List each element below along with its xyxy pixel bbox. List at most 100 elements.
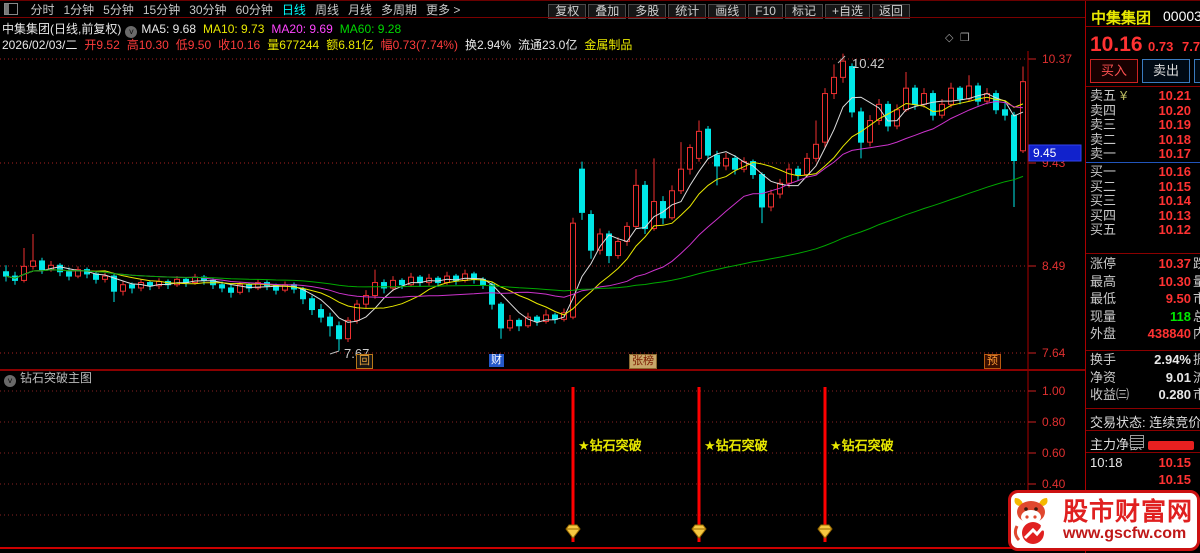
candle-body <box>759 174 765 208</box>
price-change: 0.73 <box>1148 39 1174 54</box>
diamond-icon <box>565 524 581 539</box>
row-label: 买一 <box>1090 164 1117 179</box>
buy-level-买二[interactable]: 买二 10.15 <box>1086 178 1200 194</box>
tick-row: 10.15 <box>1086 473 1200 487</box>
candle-body <box>966 85 972 100</box>
trading-app-window: 分时 1分钟 5分钟 15分钟 30分钟 60分钟 日线 周线 月线 多周期 更多 > 复权 叠加 多股… <box>0 0 1200 553</box>
sub-axis-label: 0.40 <box>1042 477 1066 491</box>
list-icon[interactable] <box>1130 435 1144 448</box>
row-label: 卖三 <box>1090 117 1117 133</box>
candle-body <box>120 284 126 292</box>
buy-level-买四[interactable]: 买四 10.13 <box>1086 207 1200 223</box>
sell-level-卖四[interactable]: 卖四 10.20 <box>1086 102 1200 118</box>
row-label: 净资 <box>1090 369 1117 385</box>
sell-level-卖三[interactable]: 卖三 10.19 <box>1086 118 1200 132</box>
candle-body <box>633 184 639 227</box>
stat-现量: 现量 118总 <box>1086 309 1200 324</box>
row-value: 10.17 <box>1158 146 1191 162</box>
candle-body <box>30 260 36 267</box>
candle-body <box>579 168 585 213</box>
candle-body <box>1020 81 1026 152</box>
candle-body <box>354 303 360 321</box>
row-col2-label: 振 <box>1193 353 1200 367</box>
row-label: 买四 <box>1090 207 1117 223</box>
candlestick-chart: 10.379.438.497.649.4510.427.671.000.800.… <box>0 51 1082 547</box>
stat-换手: 换手 2.94%振 <box>1086 353 1200 367</box>
candle-body <box>498 303 504 329</box>
candle-body <box>642 184 648 230</box>
candle-body <box>507 319 513 329</box>
row-value: 9.50 <box>1165 291 1191 307</box>
event-badge-财[interactable]: 财 <box>489 354 504 367</box>
stat-净资: 净资 9.01流 <box>1086 369 1200 385</box>
candle-body <box>174 278 180 286</box>
row-value: 10.16 <box>1158 164 1191 179</box>
stat-收益㈢: 收益㈢ 0.280市 <box>1086 388 1200 402</box>
candle-body <box>948 87 954 105</box>
candle-body <box>795 168 801 176</box>
row-value: 10.37 <box>1158 256 1191 271</box>
sell-level-卖一[interactable]: 卖一 10.17 <box>1086 147 1200 161</box>
candle-body <box>786 168 792 184</box>
buy-button[interactable]: 买入 <box>1090 59 1138 83</box>
sell-level-卖二[interactable]: 卖二 10.18 <box>1086 131 1200 147</box>
candle-body <box>147 282 153 287</box>
candle-body <box>399 279 405 286</box>
bid-ask-divider <box>1086 162 1200 163</box>
candle-body <box>597 233 603 251</box>
event-badge-回[interactable]: 回 <box>356 354 373 369</box>
candle-body <box>849 66 855 113</box>
subchart-header: ˅ 钻石突破主图 <box>0 369 1085 387</box>
signal-label: ★钻石突破 <box>578 438 642 453</box>
row-label: 卖一 <box>1090 146 1117 162</box>
candle-body <box>219 284 225 289</box>
row-label: 卖五 <box>1090 88 1117 103</box>
buy-level-买五[interactable]: 买五 10.12 <box>1086 223 1200 237</box>
row-value: 9.01 <box>1165 369 1191 385</box>
candle-body <box>840 60 846 78</box>
row-value: 10.13 <box>1158 207 1191 223</box>
candle-body <box>228 287 234 293</box>
candle-body <box>1002 109 1008 116</box>
row-label: 外盘 <box>1090 326 1117 342</box>
row-value: 10.21 <box>1158 88 1191 103</box>
sell-level-卖五[interactable]: 卖五 10.21 ¥ <box>1086 89 1200 103</box>
candle-body <box>129 284 135 289</box>
candle-body <box>327 316 333 327</box>
candle-body <box>912 87 918 105</box>
last-price: 10.16 <box>1090 33 1143 56</box>
buy-level-买三[interactable]: 买三 10.14 <box>1086 194 1200 208</box>
row-value: 10.15 <box>1158 178 1191 194</box>
panel-stock-name: 中集集团 <box>1091 10 1152 27</box>
row-label: 卖四 <box>1090 102 1117 118</box>
candle-body <box>309 298 315 311</box>
event-badge-预[interactable]: 预 <box>984 354 1001 369</box>
extra-button-clipped[interactable] <box>1194 59 1200 83</box>
annotation-text: 10.42 <box>852 56 885 71</box>
row-label: 买二 <box>1090 178 1117 194</box>
candle-body <box>534 316 540 322</box>
tick-price: 10.15 <box>1158 455 1191 470</box>
candle-body <box>318 309 324 318</box>
candle-body <box>39 260 45 271</box>
candle-body <box>660 201 666 219</box>
candle-body <box>696 130 702 159</box>
row-col2-label: 内 <box>1193 327 1200 341</box>
collapse-subchart-icon[interactable]: ˅ <box>4 375 16 387</box>
candle-body <box>831 76 837 95</box>
buy-level-买一[interactable]: 买一 10.16 <box>1086 165 1200 179</box>
row-label: 卖二 <box>1090 131 1117 147</box>
trade-status: 交易状态: 连续竞价 <box>1090 415 1200 430</box>
site-name: 股市财富网 <box>1063 498 1194 526</box>
stat-最高: 最高 10.30量 <box>1086 274 1200 289</box>
row-value: 10.20 <box>1158 102 1191 118</box>
subchart-title: 钻石突破主图 <box>20 371 93 385</box>
price-axis-label: 7.64 <box>1042 346 1066 360</box>
row-label: 最低 <box>1090 291 1117 307</box>
candle-body <box>822 93 828 143</box>
row-value: 10.14 <box>1158 193 1191 209</box>
candle-body <box>615 241 621 257</box>
row-col2-label: 市 <box>1193 388 1200 402</box>
sell-button[interactable]: 卖出 <box>1142 59 1190 83</box>
event-badge-张榜[interactable]: 张榜 <box>629 354 657 369</box>
